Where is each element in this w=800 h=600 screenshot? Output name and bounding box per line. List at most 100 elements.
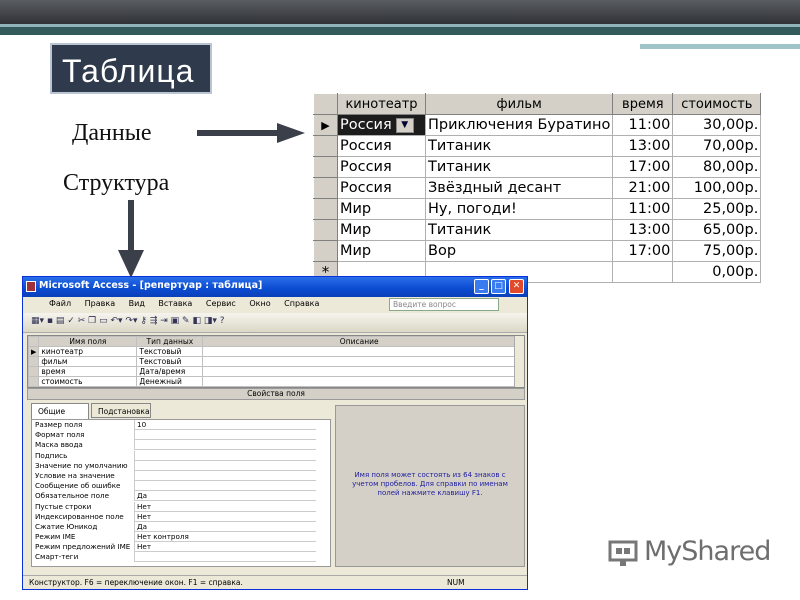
property-row[interactable]: Маска ввода (32, 440, 330, 451)
new-object-icon[interactable]: ◨▾ (204, 316, 217, 326)
maximize-icon[interactable]: □ (491, 279, 506, 294)
cell-film[interactable]: Звёздный десант (424, 177, 614, 199)
menu-tools[interactable]: Сервис (206, 299, 236, 308)
minimize-icon[interactable]: _ (474, 279, 489, 294)
cell-cost[interactable]: 70,00р. (672, 135, 762, 157)
cell-time[interactable]: 17:00 (612, 240, 674, 262)
property-value[interactable]: Нет контроля (134, 532, 316, 543)
undo-icon[interactable]: ↶▾ (110, 316, 122, 326)
cell-cinema[interactable]: Россия (337, 156, 426, 178)
property-row[interactable]: Смарт-теги (32, 552, 330, 563)
field-name[interactable]: стоимость (38, 376, 138, 387)
property-value[interactable]: 10 (134, 420, 316, 430)
row-selector[interactable] (313, 219, 338, 241)
cell-time[interactable]: 21:00 (612, 177, 674, 199)
field-row[interactable]: ▶ кинотеатр Текстовый (27, 346, 516, 357)
property-value[interactable]: Нет (134, 511, 316, 522)
database-window-icon[interactable]: ◧ (192, 316, 201, 326)
property-row[interactable]: Режим предложений IME Нет (32, 542, 330, 553)
field-name[interactable]: время (38, 366, 138, 377)
cell-film[interactable]: Титаник (424, 156, 614, 178)
property-row[interactable]: Индексированное поле Нет (32, 511, 330, 522)
menu-file[interactable]: Файл (49, 299, 71, 308)
cell-film[interactable]: Ну, погоди! (424, 198, 614, 220)
col-header[interactable]: время (612, 93, 674, 115)
property-row[interactable]: Условие на значение (32, 470, 330, 481)
cell-cost[interactable]: 25,00р. (672, 198, 762, 220)
row-selector[interactable] (27, 376, 40, 387)
cell-cost[interactable]: 0,00р. (672, 261, 762, 283)
field-description[interactable] (202, 376, 516, 387)
chevron-down-icon[interactable]: ▼ (395, 117, 414, 133)
cell-cinema[interactable]: Россия (337, 177, 426, 199)
field-name[interactable]: кинотеатр (38, 346, 138, 357)
row-selector[interactable] (27, 356, 40, 367)
menu-window[interactable]: Окно (249, 299, 270, 308)
tab-general[interactable]: Общие (31, 403, 89, 419)
property-row[interactable]: Сжатие Юникод Да (32, 521, 330, 532)
property-row[interactable]: Пустые строки Нет (32, 501, 330, 512)
cell-time[interactable]: 11:00 (612, 114, 674, 136)
property-value[interactable]: Нет (134, 542, 316, 553)
field-type[interactable]: Денежный (136, 376, 204, 387)
property-row[interactable]: Подпись (32, 450, 330, 461)
property-value[interactable] (134, 460, 316, 471)
cell-film[interactable]: Титаник (424, 135, 614, 157)
indexes-icon[interactable]: ⇶ (150, 316, 158, 326)
property-row[interactable]: Формат поля (32, 430, 330, 441)
property-value[interactable] (134, 450, 316, 461)
cell-cost[interactable]: 100,00р. (672, 177, 762, 199)
row-selector[interactable] (313, 135, 338, 157)
row-selector[interactable] (313, 156, 338, 178)
menu-view[interactable]: Вид (129, 299, 145, 308)
cell-film[interactable]: Титаник (424, 219, 614, 241)
property-value[interactable] (134, 440, 316, 451)
row-selector[interactable]: ▶ (27, 346, 40, 357)
menu-insert[interactable]: Вставка (158, 299, 192, 308)
property-value[interactable]: Да (134, 491, 316, 502)
cell-time[interactable]: 11:00 (612, 198, 674, 220)
field-row[interactable]: время Дата/время (27, 366, 516, 377)
field-description[interactable] (202, 346, 516, 357)
cell-film[interactable]: Вор (424, 240, 614, 262)
property-row[interactable]: Значение по умолчанию (32, 460, 330, 471)
cell-cinema[interactable]: Мир (337, 198, 426, 220)
cell-time[interactable] (612, 261, 674, 283)
col-header[interactable]: кинотеатр (337, 93, 426, 115)
builder-icon[interactable]: ✎ (182, 316, 190, 326)
question-box[interactable]: Введите вопрос (389, 298, 499, 311)
tab-lookup[interactable]: Подстановка (91, 403, 151, 418)
property-value[interactable] (134, 481, 316, 492)
field-row[interactable]: фильм Текстовый (27, 356, 516, 367)
property-row[interactable]: Размер поля 10 (32, 420, 330, 430)
property-row[interactable]: Обязательное поле Да (32, 491, 330, 502)
cell-cost[interactable]: 80,00р. (672, 156, 762, 178)
properties-icon[interactable]: ▣ (171, 316, 180, 326)
save-icon[interactable]: ▪ (47, 316, 53, 326)
cell-time[interactable]: 17:00 (612, 156, 674, 178)
row-selector[interactable] (313, 240, 338, 262)
row-selector[interactable] (27, 366, 40, 377)
menu-edit[interactable]: Правка (85, 299, 115, 308)
insert-rows-icon[interactable]: ⇥ (160, 316, 168, 326)
cell-time[interactable]: 13:00 (612, 219, 674, 241)
primary-key-icon[interactable]: ⚷ (140, 316, 147, 326)
cell-cinema[interactable]: Мир (337, 240, 426, 262)
help-icon[interactable]: ? (220, 316, 225, 326)
window-titlebar[interactable]: Microsoft Access - [репертуар : таблица]… (23, 277, 527, 297)
cell-cinema[interactable]: Мир (337, 219, 426, 241)
field-description[interactable] (202, 356, 516, 367)
view-icon[interactable]: ▦▾ (31, 316, 44, 326)
field-type[interactable]: Дата/время (136, 366, 204, 377)
col-header[interactable]: фильм (424, 93, 614, 115)
field-type[interactable]: Текстовый (136, 346, 204, 357)
paste-icon[interactable]: ▭ (99, 316, 108, 326)
cell-time[interactable]: 13:00 (612, 135, 674, 157)
property-value[interactable]: Нет (134, 501, 316, 512)
cell-cinema[interactable]: Россия (337, 135, 426, 157)
copy-icon[interactable]: ❐ (88, 316, 96, 326)
cell-film[interactable]: Приключения Буратино (424, 114, 614, 136)
field-type[interactable]: Текстовый (136, 356, 204, 367)
property-value[interactable] (134, 470, 316, 481)
property-value[interactable]: Да (134, 521, 316, 532)
